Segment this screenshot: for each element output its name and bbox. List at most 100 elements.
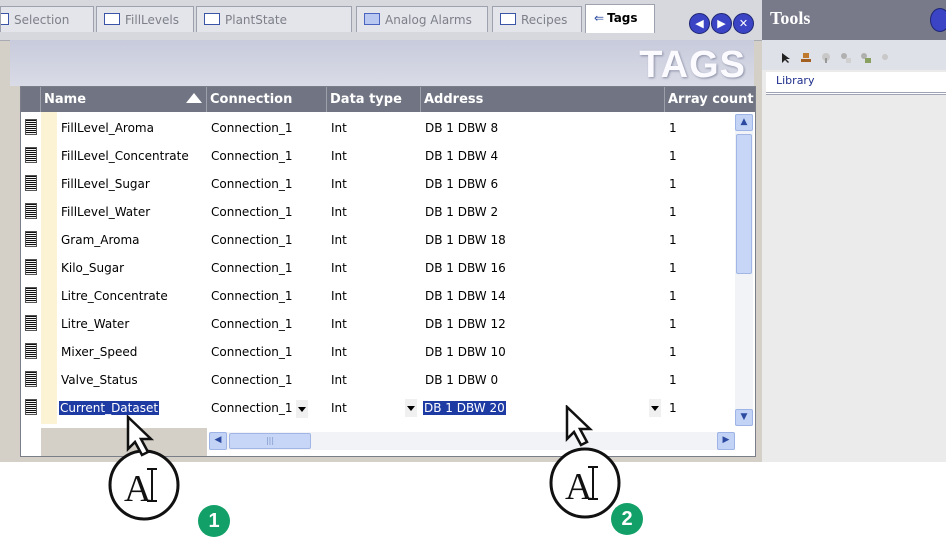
table-row[interactable]: FillLevel_Water Connection_1 Int DB 1 DB…	[21, 198, 755, 226]
tab-selection[interactable]: Selection	[0, 6, 94, 32]
tag-name-cell[interactable]: FillLevel_Water	[57, 198, 207, 226]
row-header[interactable]	[21, 282, 41, 310]
vertical-scroll-thumb[interactable]	[736, 134, 752, 274]
table-row[interactable]: FillLevel_Sugar Connection_1 Int DB 1 DB…	[21, 170, 755, 198]
table-row[interactable]: Kilo_Sugar Connection_1 Int DB 1 DBW 16 …	[21, 254, 755, 282]
tab-analog-alarms[interactable]: Analog Alarms	[356, 6, 488, 32]
data-type-cell[interactable]: Int	[327, 254, 421, 282]
table-row[interactable]: Gram_Aroma Connection_1 Int DB 1 DBW 18 …	[21, 226, 755, 254]
address-cell[interactable]: DB 1 DBW 8	[421, 114, 665, 142]
scroll-down-button[interactable]: ▼	[735, 409, 753, 426]
row-header[interactable]	[21, 394, 41, 422]
data-type-cell[interactable]: Int	[327, 366, 421, 394]
tab-recipes[interactable]: Recipes	[492, 6, 582, 32]
address-cell[interactable]: DB 1 DBW 0	[421, 366, 665, 394]
table-row[interactable]: Litre_Water Connection_1 Int DB 1 DBW 12…	[21, 310, 755, 338]
tool-icon[interactable]	[820, 52, 832, 64]
address-cell[interactable]: DB 1 DBW 16	[421, 254, 665, 282]
table-row[interactable]: Litre_Concentrate Connection_1 Int DB 1 …	[21, 282, 755, 310]
address-cell[interactable]: DB 1 DBW 4	[421, 142, 665, 170]
scroll-up-button[interactable]: ▲	[735, 114, 753, 131]
column-header-connection[interactable]: Connection	[207, 87, 327, 112]
column-header-address[interactable]: Address	[421, 87, 665, 112]
address-cell[interactable]: DB 1 DBW 12	[421, 310, 665, 338]
tag-name-cell[interactable]: FillLevel_Concentrate	[57, 142, 207, 170]
tab-plantstate[interactable]: PlantState	[196, 6, 352, 32]
connection-cell[interactable]: Connection_1	[207, 142, 327, 170]
address-cell[interactable]: DB 1 DBW 18	[421, 226, 665, 254]
vertical-scrollbar[interactable]: ▲ ▼	[735, 114, 753, 426]
dropdown-arrow-icon[interactable]	[296, 399, 309, 418]
array-count-cell[interactable]: 1	[665, 226, 735, 254]
row-header[interactable]	[21, 254, 41, 282]
tag-name-cell[interactable]: Gram_Aroma	[57, 226, 207, 254]
connection-cell[interactable]: Connection_1	[207, 338, 327, 366]
table-row[interactable]: FillLevel_Aroma Connection_1 Int DB 1 DB…	[21, 114, 755, 142]
row-header[interactable]	[21, 142, 41, 170]
connection-cell[interactable]: Connection_1	[207, 366, 327, 394]
row-header[interactable]	[21, 226, 41, 254]
pointer-icon[interactable]	[780, 52, 792, 64]
connection-cell[interactable]: Connection_1	[207, 198, 327, 226]
tab-tags[interactable]: ⇐ Tags	[585, 4, 655, 33]
column-header-array-count[interactable]: Array count	[665, 87, 755, 112]
data-type-cell[interactable]: Int	[327, 114, 421, 142]
array-count-cell[interactable]: 1	[665, 142, 735, 170]
pin-icon[interactable]	[930, 8, 946, 32]
address-cell[interactable]: DB 1 DBW 10	[421, 338, 665, 366]
next-tab-button[interactable]: ▶	[711, 13, 732, 34]
dropdown-arrow-icon[interactable]	[405, 399, 417, 417]
data-type-cell[interactable]: Int	[327, 142, 421, 170]
connection-cell[interactable]: Connection_1	[207, 282, 327, 310]
row-header[interactable]	[21, 310, 41, 338]
connection-cell[interactable]: Connection_1	[207, 170, 327, 198]
tag-name-cell[interactable]: FillLevel_Sugar	[57, 170, 207, 198]
row-header[interactable]	[21, 366, 41, 394]
array-count-cell[interactable]: 1	[665, 198, 735, 226]
data-type-select[interactable]: Int	[327, 394, 421, 422]
data-type-cell[interactable]: Int	[327, 170, 421, 198]
tag-name-cell[interactable]: Kilo_Sugar	[57, 254, 207, 282]
array-count-cell[interactable]: 1	[665, 282, 735, 310]
library-section[interactable]: Library	[766, 72, 946, 95]
row-header[interactable]	[21, 114, 41, 142]
tag-name-cell[interactable]: Litre_Concentrate	[57, 282, 207, 310]
tag-name-cell[interactable]: Litre_Water	[57, 310, 207, 338]
row-header[interactable]	[21, 198, 41, 226]
connection-cell[interactable]: Connection_1	[207, 310, 327, 338]
address-cell[interactable]: DB 1 DBW 6	[421, 170, 665, 198]
connection-cell[interactable]: Connection_1	[207, 254, 327, 282]
connection-cell[interactable]: Connection_1	[207, 114, 327, 142]
array-count-cell[interactable]: 1	[665, 310, 735, 338]
tool-icon[interactable]	[840, 52, 852, 64]
array-count-cell[interactable]: 1	[665, 254, 735, 282]
data-type-cell[interactable]: Int	[327, 282, 421, 310]
table-row[interactable]: Mixer_Speed Connection_1 Int DB 1 DBW 10…	[21, 338, 755, 366]
scroll-right-button[interactable]: ▶	[717, 432, 735, 450]
stamp-icon[interactable]	[800, 52, 812, 64]
table-row[interactable]: Valve_Status Connection_1 Int DB 1 DBW 0…	[21, 366, 755, 394]
previous-tab-button[interactable]: ◀	[689, 13, 710, 34]
array-count-cell[interactable]: 1	[665, 366, 735, 394]
close-editor-button[interactable]: ✕	[733, 13, 754, 34]
array-count-cell[interactable]: 1	[665, 170, 735, 198]
address-cell[interactable]: DB 1 DBW 14	[421, 282, 665, 310]
address-cell[interactable]: DB 1 DBW 2	[421, 198, 665, 226]
data-type-cell[interactable]: Int	[327, 226, 421, 254]
table-row[interactable]: FillLevel_Concentrate Connection_1 Int D…	[21, 142, 755, 170]
connection-cell[interactable]: Connection_1	[207, 226, 327, 254]
tool-icon[interactable]	[860, 52, 872, 64]
data-type-cell[interactable]: Int	[327, 338, 421, 366]
tab-filllevels[interactable]: FillLevels	[96, 6, 194, 32]
data-type-cell[interactable]: Int	[327, 310, 421, 338]
tag-name-cell[interactable]: Valve_Status	[57, 366, 207, 394]
tag-name-cell[interactable]: Mixer_Speed	[57, 338, 207, 366]
array-count-cell[interactable]: 1	[665, 114, 735, 142]
column-header-name[interactable]: Name	[41, 87, 207, 112]
tool-icon[interactable]	[880, 52, 892, 64]
tag-name-cell[interactable]: FillLevel_Aroma	[57, 114, 207, 142]
row-header[interactable]	[21, 338, 41, 366]
data-type-cell[interactable]: Int	[327, 198, 421, 226]
array-count-cell[interactable]: 1	[665, 338, 735, 366]
column-header-data-type[interactable]: Data type	[327, 87, 421, 112]
